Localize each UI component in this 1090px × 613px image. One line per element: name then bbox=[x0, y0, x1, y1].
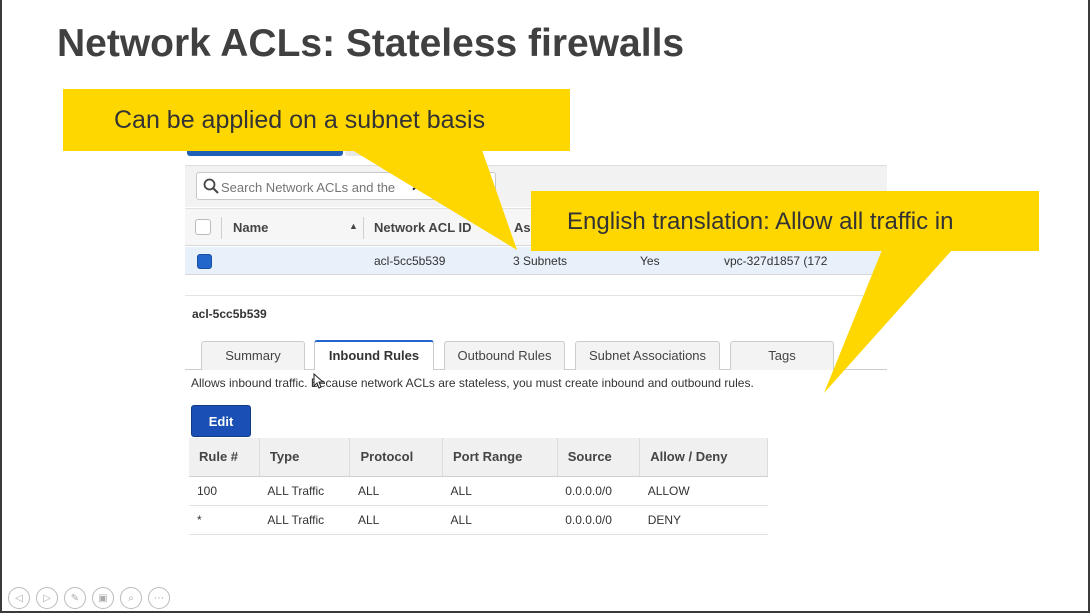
column-header-allow-deny[interactable]: Allow / Deny bbox=[639, 438, 768, 477]
select-all-checkbox[interactable] bbox=[195, 219, 211, 235]
divider bbox=[185, 295, 887, 296]
detail-title: acl-5cc5b539 bbox=[192, 307, 267, 321]
tab-inbound-rules[interactable]: Inbound Rules bbox=[314, 340, 434, 370]
search-icon bbox=[203, 178, 219, 194]
table-row: 100 ALL Traffic ALL ALL 0.0.0.0/0 ALLOW bbox=[189, 476, 768, 506]
inbound-rules-table: Rule # Type Protocol Port Range Source A… bbox=[189, 438, 768, 535]
detail-tabs: Summary Inbound Rules Outbound Rules Sub… bbox=[185, 340, 887, 370]
callout-translation: English translation: Allow all traffic i… bbox=[531, 191, 1039, 251]
column-header-name[interactable]: Name bbox=[233, 220, 268, 235]
tab-subnet-associations[interactable]: Subnet Associations bbox=[575, 341, 720, 370]
callout-subnet-text: Can be applied on a subnet basis bbox=[114, 106, 486, 134]
tab-tags[interactable]: Tags bbox=[730, 341, 834, 370]
rule-protocol: ALL bbox=[349, 476, 443, 506]
rule-protocol: ALL bbox=[349, 505, 443, 535]
column-header-acl-id[interactable]: Network ACL ID bbox=[374, 220, 472, 235]
tab-summary[interactable]: Summary bbox=[201, 341, 305, 370]
column-divider bbox=[503, 217, 504, 239]
rule-source: 0.0.0.0/0 bbox=[557, 505, 640, 535]
column-header-source[interactable]: Source bbox=[557, 438, 641, 477]
slide-title: Network ACLs: Stateless firewalls bbox=[57, 22, 685, 65]
rules-header-row: Rule # Type Protocol Port Range Source A… bbox=[189, 438, 768, 477]
rule-type: ALL Traffic bbox=[259, 505, 350, 535]
slideshow-controls: ◁ ▷ ✎ ▣ ⌕ ⋯ bbox=[8, 587, 170, 609]
rule-number: 100 bbox=[189, 476, 260, 506]
previous-icon[interactable]: ◁ bbox=[8, 587, 30, 609]
column-header-rule[interactable]: Rule # bbox=[189, 438, 260, 477]
tab-outbound-rules[interactable]: Outbound Rules bbox=[444, 341, 565, 370]
slides-icon[interactable]: ▣ bbox=[92, 587, 114, 609]
zoom-icon[interactable]: ⌕ bbox=[120, 587, 142, 609]
more-icon[interactable]: ⋯ bbox=[148, 587, 170, 609]
mouse-cursor-icon bbox=[313, 373, 325, 389]
table-row[interactable]: acl-5cc5b539 3 Subnets Yes vpc-327d1857 … bbox=[185, 247, 887, 275]
column-divider bbox=[363, 217, 364, 239]
sort-ascending-icon[interactable]: ▲ bbox=[349, 221, 358, 231]
column-header-type[interactable]: Type bbox=[259, 438, 351, 477]
callout-subnet: Can be applied on a subnet basis bbox=[63, 89, 570, 151]
row-checkbox[interactable] bbox=[197, 254, 212, 269]
rule-port-range: ALL bbox=[442, 476, 558, 506]
row-associated-with: 3 Subnets bbox=[513, 254, 568, 268]
rule-type: ALL Traffic bbox=[259, 476, 350, 506]
next-icon[interactable]: ▷ bbox=[36, 587, 58, 609]
rule-source: 0.0.0.0/0 bbox=[557, 476, 640, 506]
column-header-protocol[interactable]: Protocol bbox=[349, 438, 444, 477]
row-acl-id: acl-5cc5b539 bbox=[374, 254, 446, 268]
rule-port-range: ALL bbox=[442, 505, 558, 535]
search-box[interactable]: ✕ bbox=[196, 172, 496, 200]
column-divider bbox=[221, 217, 222, 239]
inbound-description: Allows inbound traffic. Because network … bbox=[191, 376, 754, 390]
rule-number: * bbox=[189, 505, 260, 535]
row-vpc: vpc-327d1857 (172 bbox=[724, 254, 828, 268]
pen-icon[interactable]: ✎ bbox=[64, 587, 86, 609]
search-input[interactable] bbox=[221, 179, 411, 195]
callout-translation-text: English translation: Allow all traffic i… bbox=[567, 208, 954, 235]
clear-search-icon[interactable]: ✕ bbox=[411, 178, 423, 195]
rule-action: ALLOW bbox=[639, 476, 768, 506]
rule-action: DENY bbox=[639, 505, 768, 535]
edit-button[interactable]: Edit bbox=[191, 405, 251, 437]
row-default: Yes bbox=[640, 254, 660, 268]
slide: Network ACLs: Stateless firewalls ✕ Name… bbox=[0, 0, 1090, 613]
column-header-port-range[interactable]: Port Range bbox=[442, 438, 558, 477]
table-row: * ALL Traffic ALL ALL 0.0.0.0/0 DENY bbox=[189, 505, 768, 535]
